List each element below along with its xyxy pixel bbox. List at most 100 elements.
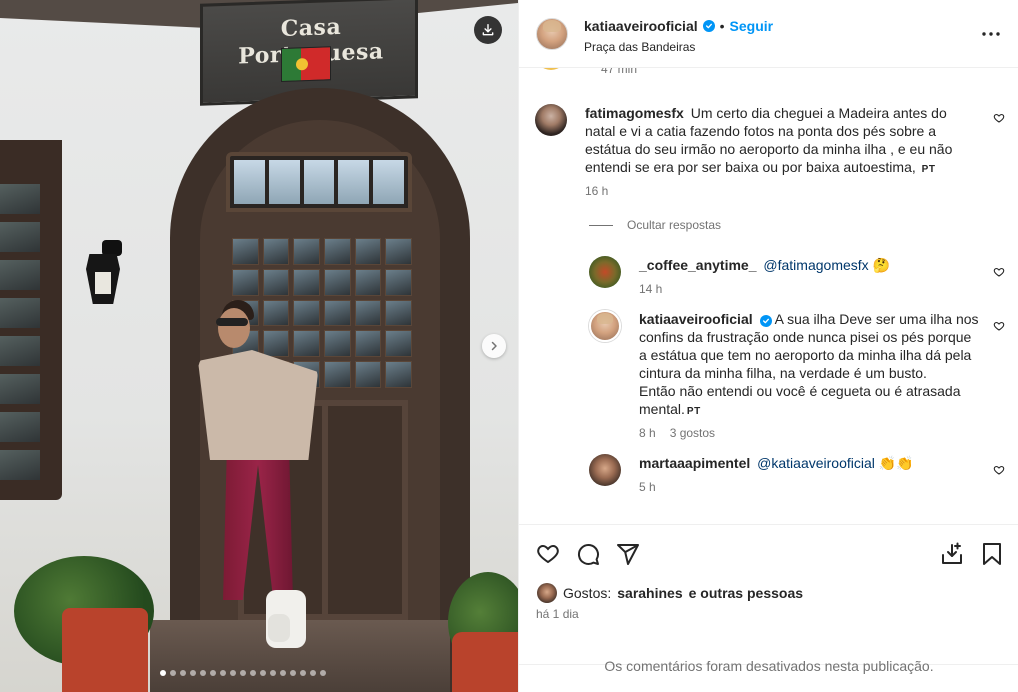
carousel-dot [230, 670, 236, 676]
carousel-dot [250, 670, 256, 676]
likes-user[interactable]: sarahines [617, 585, 682, 601]
reply-body: 🤔 [868, 257, 890, 273]
hide-replies-label: Ocultar respostas [627, 218, 722, 232]
carousel-dot [280, 670, 286, 676]
carousel-dot [220, 670, 226, 676]
post-location[interactable]: Praça das Bandeiras [584, 40, 695, 54]
comments-disabled-notice: Os comentários foram desativados nesta p… [519, 659, 1018, 692]
carousel-dot [160, 670, 166, 676]
author-username[interactable]: katiaaveirooficial [584, 18, 698, 34]
partial-comment-row: 47 min [535, 68, 1003, 76]
more-options-button[interactable] [981, 24, 1001, 44]
carousel-dot [240, 670, 246, 676]
like-reply-heart-icon[interactable] [993, 266, 1005, 278]
reply-line-1: A sua ilha Deve ser uma ilha nos [774, 311, 979, 327]
heart-icon [537, 544, 559, 564]
comments-disabled-text: Os comentários foram desativados nesta p… [604, 658, 934, 674]
reply-meta: 5 h [639, 480, 656, 494]
header-separator: • [719, 18, 725, 34]
like-comment-heart-icon[interactable] [993, 112, 1005, 124]
like-button[interactable] [535, 541, 561, 567]
reply-time[interactable]: 8 h [639, 426, 656, 440]
commenter-username[interactable]: fatimagomesfx [585, 105, 684, 121]
carousel-dot [270, 670, 276, 676]
liker-avatar[interactable] [537, 583, 557, 603]
carousel-dot [300, 670, 306, 676]
comment-text: fatimagomesfx Um certo dia cheguei a Mad… [585, 104, 975, 179]
pot-left [62, 608, 148, 692]
likes-summary: Gostos: sarahines e outras pessoas [537, 583, 803, 603]
send-icon [617, 544, 639, 565]
verified-badge-icon [759, 315, 772, 327]
save-to-collection-button[interactable] [939, 541, 965, 567]
likes-suffix[interactable]: e outras pessoas [689, 585, 803, 601]
language-tag: PT [921, 164, 936, 175]
pot-right [452, 632, 518, 692]
replier-username[interactable]: katiaaveirooficial [639, 311, 753, 327]
photo-window [0, 140, 62, 500]
carousel-dot [310, 670, 316, 676]
post-photo[interactable]: Casa Portuguesa [0, 0, 518, 692]
portugal-flag [281, 46, 331, 82]
reply-line-2: confins da frustração onde nunca pisei o… [639, 329, 972, 345]
download-button[interactable] [474, 16, 502, 44]
like-reply-heart-icon[interactable] [993, 464, 1005, 476]
carousel-next-button[interactable] [482, 334, 506, 358]
more-horizontal-icon [982, 32, 1000, 36]
replier-avatar[interactable] [589, 454, 621, 486]
photo-person [198, 300, 318, 650]
reply-time[interactable]: 14 h [639, 282, 662, 296]
hide-replies-button[interactable]: Ocultar respostas [589, 218, 721, 232]
carousel-dot [170, 670, 176, 676]
carousel-dot [180, 670, 186, 676]
replier-username[interactable]: _coffee_anytime_ [639, 257, 757, 273]
reply-line-6: mental. [639, 401, 685, 417]
chevron-right-icon [491, 341, 497, 351]
partial-comment-avatar [535, 68, 567, 70]
reply-meta: 8 h 3 gostos [639, 426, 715, 440]
reply-mention[interactable]: @katiaaveirooficial [757, 455, 875, 471]
bookmark-button[interactable] [979, 541, 1005, 567]
replier-avatar[interactable] [589, 310, 621, 342]
carousel-dot [210, 670, 216, 676]
commenter-avatar[interactable] [535, 104, 567, 136]
comment-meta: 16 h [585, 184, 608, 198]
comments-list[interactable]: 47 min fatimagomesfx Um certo dia chegue… [519, 68, 1018, 524]
carousel-dot [190, 670, 196, 676]
comment-button[interactable] [575, 541, 601, 567]
like-reply-heart-icon[interactable] [993, 320, 1005, 332]
reply-time[interactable]: 5 h [639, 480, 656, 494]
carousel-dots [160, 670, 326, 676]
share-button[interactable] [615, 541, 641, 567]
carousel-dot [200, 670, 206, 676]
carousel-dot [320, 670, 326, 676]
replier-avatar[interactable] [589, 256, 621, 288]
language-tag: PT [686, 406, 701, 417]
reply-body: 👏👏 [874, 455, 914, 471]
verified-badge-icon [702, 20, 715, 32]
likes-prefix: Gostos: [563, 585, 612, 601]
reply-likes[interactable]: 3 gostos [670, 426, 715, 440]
follow-button[interactable]: Seguir [730, 18, 774, 34]
replier-username[interactable]: martaaapimentel [639, 455, 750, 471]
comment-time[interactable]: 16 h [585, 184, 608, 198]
door-transom [226, 152, 412, 212]
reply-line-4: cintura da minha filha, na verdade é um … [639, 365, 927, 381]
carousel-dot [290, 670, 296, 676]
download-tray-icon [942, 542, 962, 564]
bookmark-icon [983, 543, 1001, 565]
reply-mention[interactable]: @fatimagomesfx [763, 257, 868, 273]
download-icon [482, 24, 494, 36]
reply-text: _coffee_anytime_ @fatimagomesfx 🤔 [639, 256, 959, 274]
replies-line [589, 224, 613, 226]
post-actions: Gostos: sarahines e outras pessoas há 1 … [519, 524, 1018, 666]
carousel-dot [260, 670, 266, 676]
comment-icon [577, 543, 599, 565]
author-avatar[interactable] [536, 18, 568, 50]
reply-line-5: Então não entendi ou você é cegueta ou é… [639, 383, 961, 399]
post-time[interactable]: há 1 dia [536, 607, 579, 621]
post-details-panel: katiaaveirooficial • Seguir Praça das Ba… [518, 0, 1018, 692]
partial-comment-time: 47 min [601, 68, 638, 76]
reply-line-3: a estátua que tem no aeroporto da minha … [639, 347, 972, 363]
post-header: katiaaveirooficial • Seguir Praça das Ba… [519, 0, 1018, 68]
